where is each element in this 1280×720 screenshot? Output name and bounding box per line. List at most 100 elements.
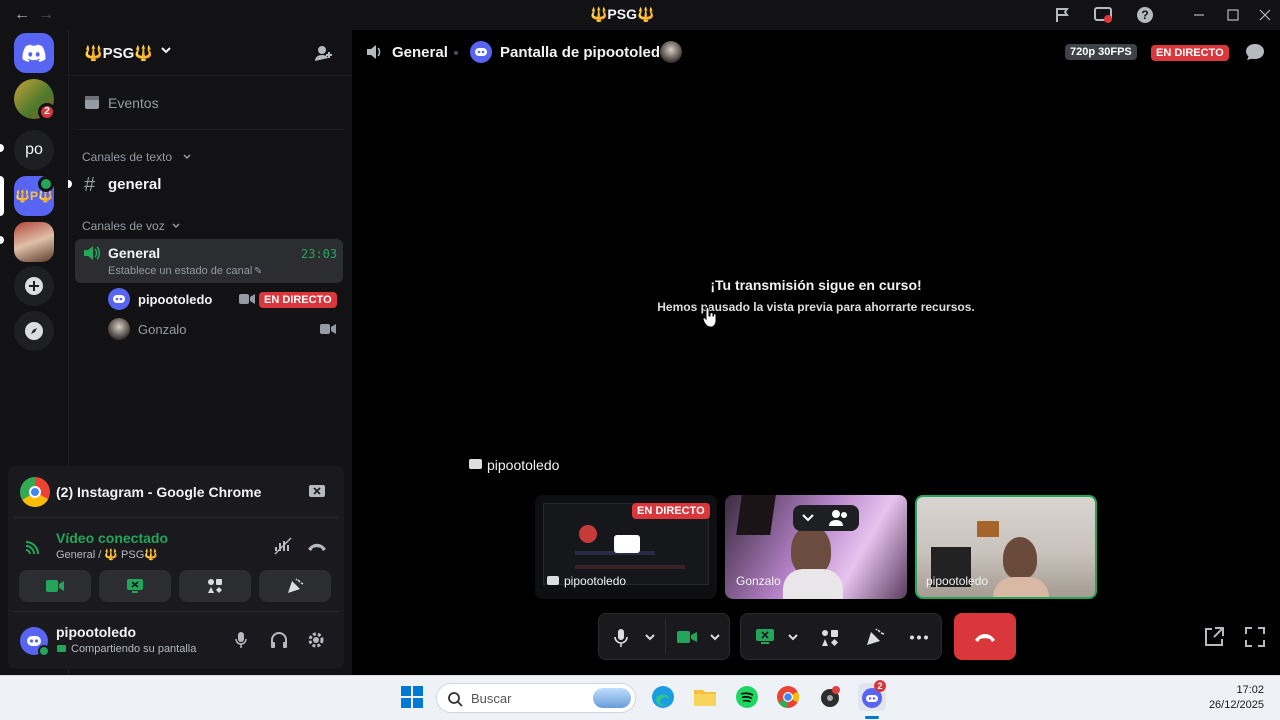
avatar: [108, 318, 130, 340]
activity-controls: [740, 613, 942, 660]
notification-badge: 2: [38, 103, 56, 121]
popout-icon[interactable]: [1203, 626, 1225, 648]
chevron-down-icon[interactable]: [801, 512, 815, 524]
connection-location[interactable]: General / 🔱 PSG🔱: [56, 548, 158, 561]
user-name[interactable]: pipootoledo: [56, 624, 136, 640]
stream-name: Pantalla de pipootoledo: [500, 44, 670, 61]
camera-icon: [239, 293, 255, 305]
divider: [76, 129, 344, 130]
stage-channel-name[interactable]: General: [392, 44, 448, 61]
stream-tile[interactable]: EN DIRECTO pipootoledo: [535, 495, 717, 599]
events-link[interactable]: Eventos: [108, 95, 159, 111]
member-name[interactable]: Gonzalo: [138, 322, 186, 337]
plus-icon[interactable]: [14, 266, 54, 306]
search-placeholder: Buscar: [471, 691, 512, 706]
member-name[interactable]: pipootoledo: [138, 292, 212, 307]
clock-time[interactable]: 17:02: [1180, 684, 1264, 696]
windows-start-icon[interactable]: [400, 685, 424, 709]
live-badge: EN DIRECTO: [1151, 45, 1229, 61]
more-options-icon[interactable]: [909, 635, 929, 640]
channel-general[interactable]: general: [108, 176, 161, 193]
screen-share-icon[interactable]: [755, 628, 775, 646]
po-server[interactable]: po: [14, 130, 54, 170]
activities-button[interactable]: [179, 570, 251, 602]
camera-tile[interactable]: pipootoledo: [915, 495, 1097, 599]
selected-pill: [0, 176, 4, 216]
app-icon[interactable]: [818, 685, 842, 709]
chevron-down-icon[interactable]: [644, 631, 656, 643]
separator-dot: [454, 51, 458, 55]
voice-indicator-icon: [38, 176, 54, 192]
signal-icon[interactable]: [24, 538, 42, 554]
headphones-icon[interactable]: [270, 631, 288, 649]
screen-share-icon: [127, 579, 143, 593]
flag-icon[interactable]: [1054, 6, 1072, 24]
clock-date[interactable]: 26/12/2025: [1180, 699, 1264, 711]
soundboard-button[interactable]: [259, 570, 331, 602]
text-category[interactable]: Canales de texto: [82, 150, 172, 164]
compass-icon[interactable]: [14, 311, 54, 351]
spotify-icon[interactable]: [735, 685, 759, 709]
server-name: 🔱PSG🔱: [84, 45, 154, 62]
screen-share-button[interactable]: [99, 570, 171, 602]
settings-gear-icon[interactable]: [307, 631, 325, 649]
viewer-avatar[interactable]: [660, 41, 682, 63]
screen-icon: [57, 645, 66, 652]
disconnect-icon[interactable]: [307, 540, 327, 552]
stop-stream-icon[interactable]: [308, 484, 326, 500]
edge-icon[interactable]: [651, 685, 675, 709]
file-explorer-icon[interactable]: [693, 685, 717, 709]
discord-home-icon[interactable]: [14, 33, 54, 73]
activities-icon: [208, 579, 222, 593]
chevron-down-icon: [160, 44, 172, 56]
voice-category[interactable]: Canales de voz: [82, 219, 165, 233]
fullscreen-icon[interactable]: [1244, 626, 1266, 648]
voice-timer: 23:03: [301, 247, 338, 261]
window-title: 🔱PSG🔱: [590, 6, 655, 22]
disconnect-button[interactable]: [954, 613, 1016, 660]
voice-channel-general[interactable]: General 23:03 Establece un estado de can…: [75, 239, 343, 283]
activities-icon[interactable]: [821, 629, 839, 647]
camera-button[interactable]: [19, 570, 91, 602]
avatar-server[interactable]: 2: [14, 79, 56, 121]
server-header[interactable]: 🔱PSG🔱: [68, 30, 352, 76]
chat-icon[interactable]: [1245, 43, 1265, 61]
user-status: Compartiendo su pantalla: [71, 643, 197, 655]
microphone-icon[interactable]: [613, 628, 629, 648]
chevron-down-icon[interactable]: [787, 631, 799, 643]
active-indicator: [865, 716, 879, 719]
chevron-down-icon[interactable]: [709, 631, 721, 643]
photo-server[interactable]: [14, 222, 54, 262]
pencil-icon[interactable]: ✎: [254, 266, 262, 277]
taskbar-search[interactable]: Buscar: [436, 683, 636, 713]
close-icon[interactable]: [1256, 6, 1274, 24]
maximize-icon[interactable]: [1224, 6, 1242, 24]
chrome-icon: [20, 477, 50, 507]
notification-badge: 2: [874, 680, 886, 692]
soundboard-icon[interactable]: [865, 628, 885, 646]
forward-icon[interactable]: →: [38, 7, 54, 23]
audio-video-controls: [598, 613, 730, 660]
microphone-icon[interactable]: [234, 631, 248, 649]
camera-tile[interactable]: Gonzalo: [725, 495, 907, 599]
add-member-icon[interactable]: [314, 44, 332, 62]
calendar-icon: [84, 94, 100, 110]
chrome-icon[interactable]: [776, 685, 800, 709]
live-badge: EN DIRECTO: [632, 503, 710, 519]
noise-suppression-icon[interactable]: [274, 537, 292, 555]
voice-status[interactable]: Establece un estado de canal: [108, 265, 252, 277]
help-icon[interactable]: ?: [1136, 6, 1154, 24]
back-icon[interactable]: ←: [14, 7, 30, 23]
camera-icon[interactable]: [677, 630, 697, 644]
screen-share-icon: [614, 535, 640, 553]
user-avatar[interactable]: [20, 627, 50, 657]
hangup-icon: [975, 634, 995, 642]
search-icon: [447, 691, 463, 707]
speaker-icon: [366, 44, 384, 60]
inbox-screen-icon[interactable]: [1094, 6, 1112, 24]
divider: [14, 517, 338, 518]
discord-taskbar-icon[interactable]: 2: [858, 680, 886, 711]
search-highlight-icon: [593, 688, 631, 708]
minimize-icon[interactable]: [1190, 6, 1208, 24]
members-icon[interactable]: [829, 509, 849, 527]
